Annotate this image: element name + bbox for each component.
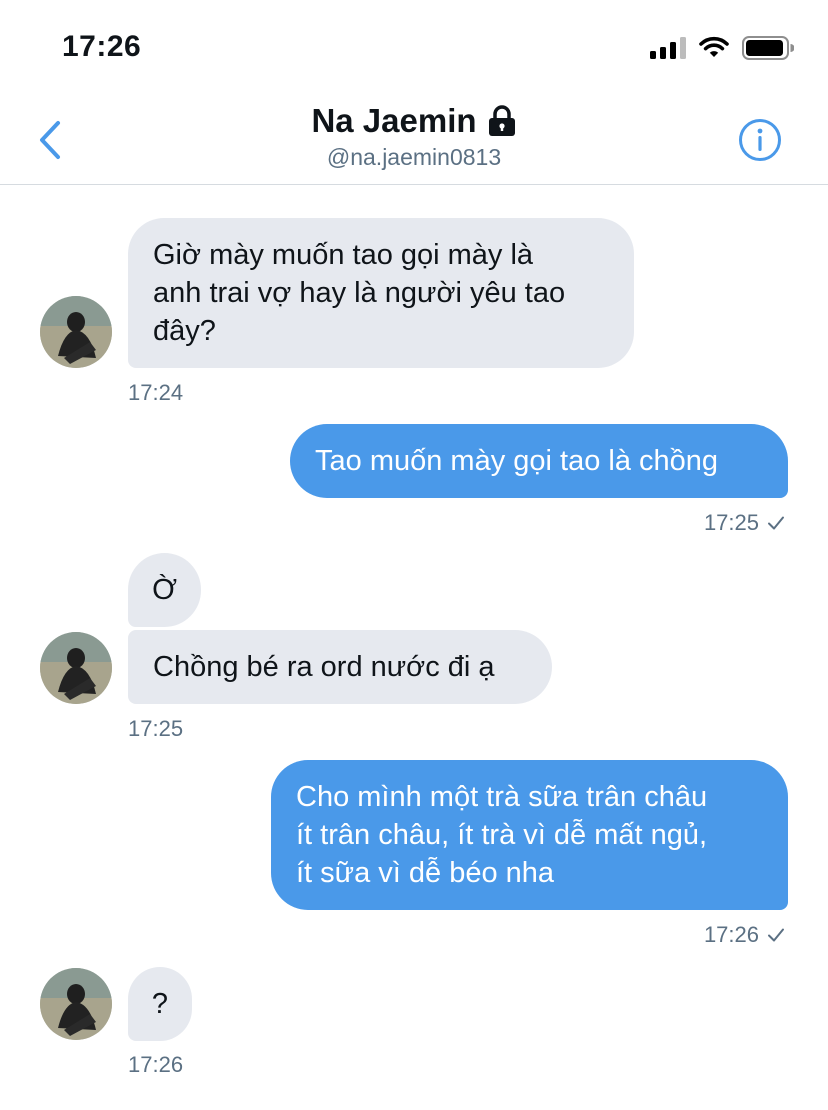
message-timestamp: 17:24 (128, 380, 184, 405)
message-timestamp: 17:26 (703, 922, 759, 947)
conversation-header: Na Jaemin @na.jaemin0813 (0, 92, 828, 185)
message-meta: 17:25 (704, 510, 785, 536)
info-button[interactable] (738, 118, 782, 162)
status-icons (650, 36, 794, 60)
check-icon (768, 928, 784, 942)
avatar[interactable] (40, 968, 112, 1040)
user-handle: @na.jaemin0813 (326, 144, 502, 170)
message-bubble[interactable]: Ờ (128, 553, 201, 627)
cellular-signal-icon (650, 37, 686, 59)
conversation-title-block[interactable]: Na Jaemin @na.jaemin0813 (0, 102, 828, 171)
message-meta: 17:26 (704, 922, 785, 948)
message-bubble[interactable]: Chồng bé ra ord nước đi ạ (128, 630, 552, 704)
message-timestamp: 17:26 (128, 1052, 184, 1077)
check-icon (768, 516, 784, 530)
message-timestamp: 17:25 (703, 510, 759, 535)
info-icon (739, 119, 781, 161)
battery-icon (742, 36, 794, 60)
avatar[interactable] (40, 296, 112, 368)
status-time: 17:26 (62, 30, 142, 63)
wifi-icon (699, 36, 729, 57)
message-timestamp: 17:25 (128, 716, 184, 741)
avatar[interactable] (40, 632, 112, 704)
page-title: Na Jaemin (311, 102, 477, 139)
avatar-photo (40, 968, 112, 1040)
message-bubble[interactable]: Cho mình một trà sữa trân châu ít trân c… (271, 760, 788, 910)
message-bubble[interactable]: Giờ mày muốn tao gọi mày là anh trai vợ … (128, 218, 634, 368)
avatar-photo (40, 296, 112, 368)
avatar-photo (40, 632, 112, 704)
message-bubble[interactable]: ? (128, 967, 192, 1041)
message-bubble[interactable]: Tao muốn mày gọi tao là chồng (290, 424, 788, 498)
lock-icon (488, 105, 515, 136)
